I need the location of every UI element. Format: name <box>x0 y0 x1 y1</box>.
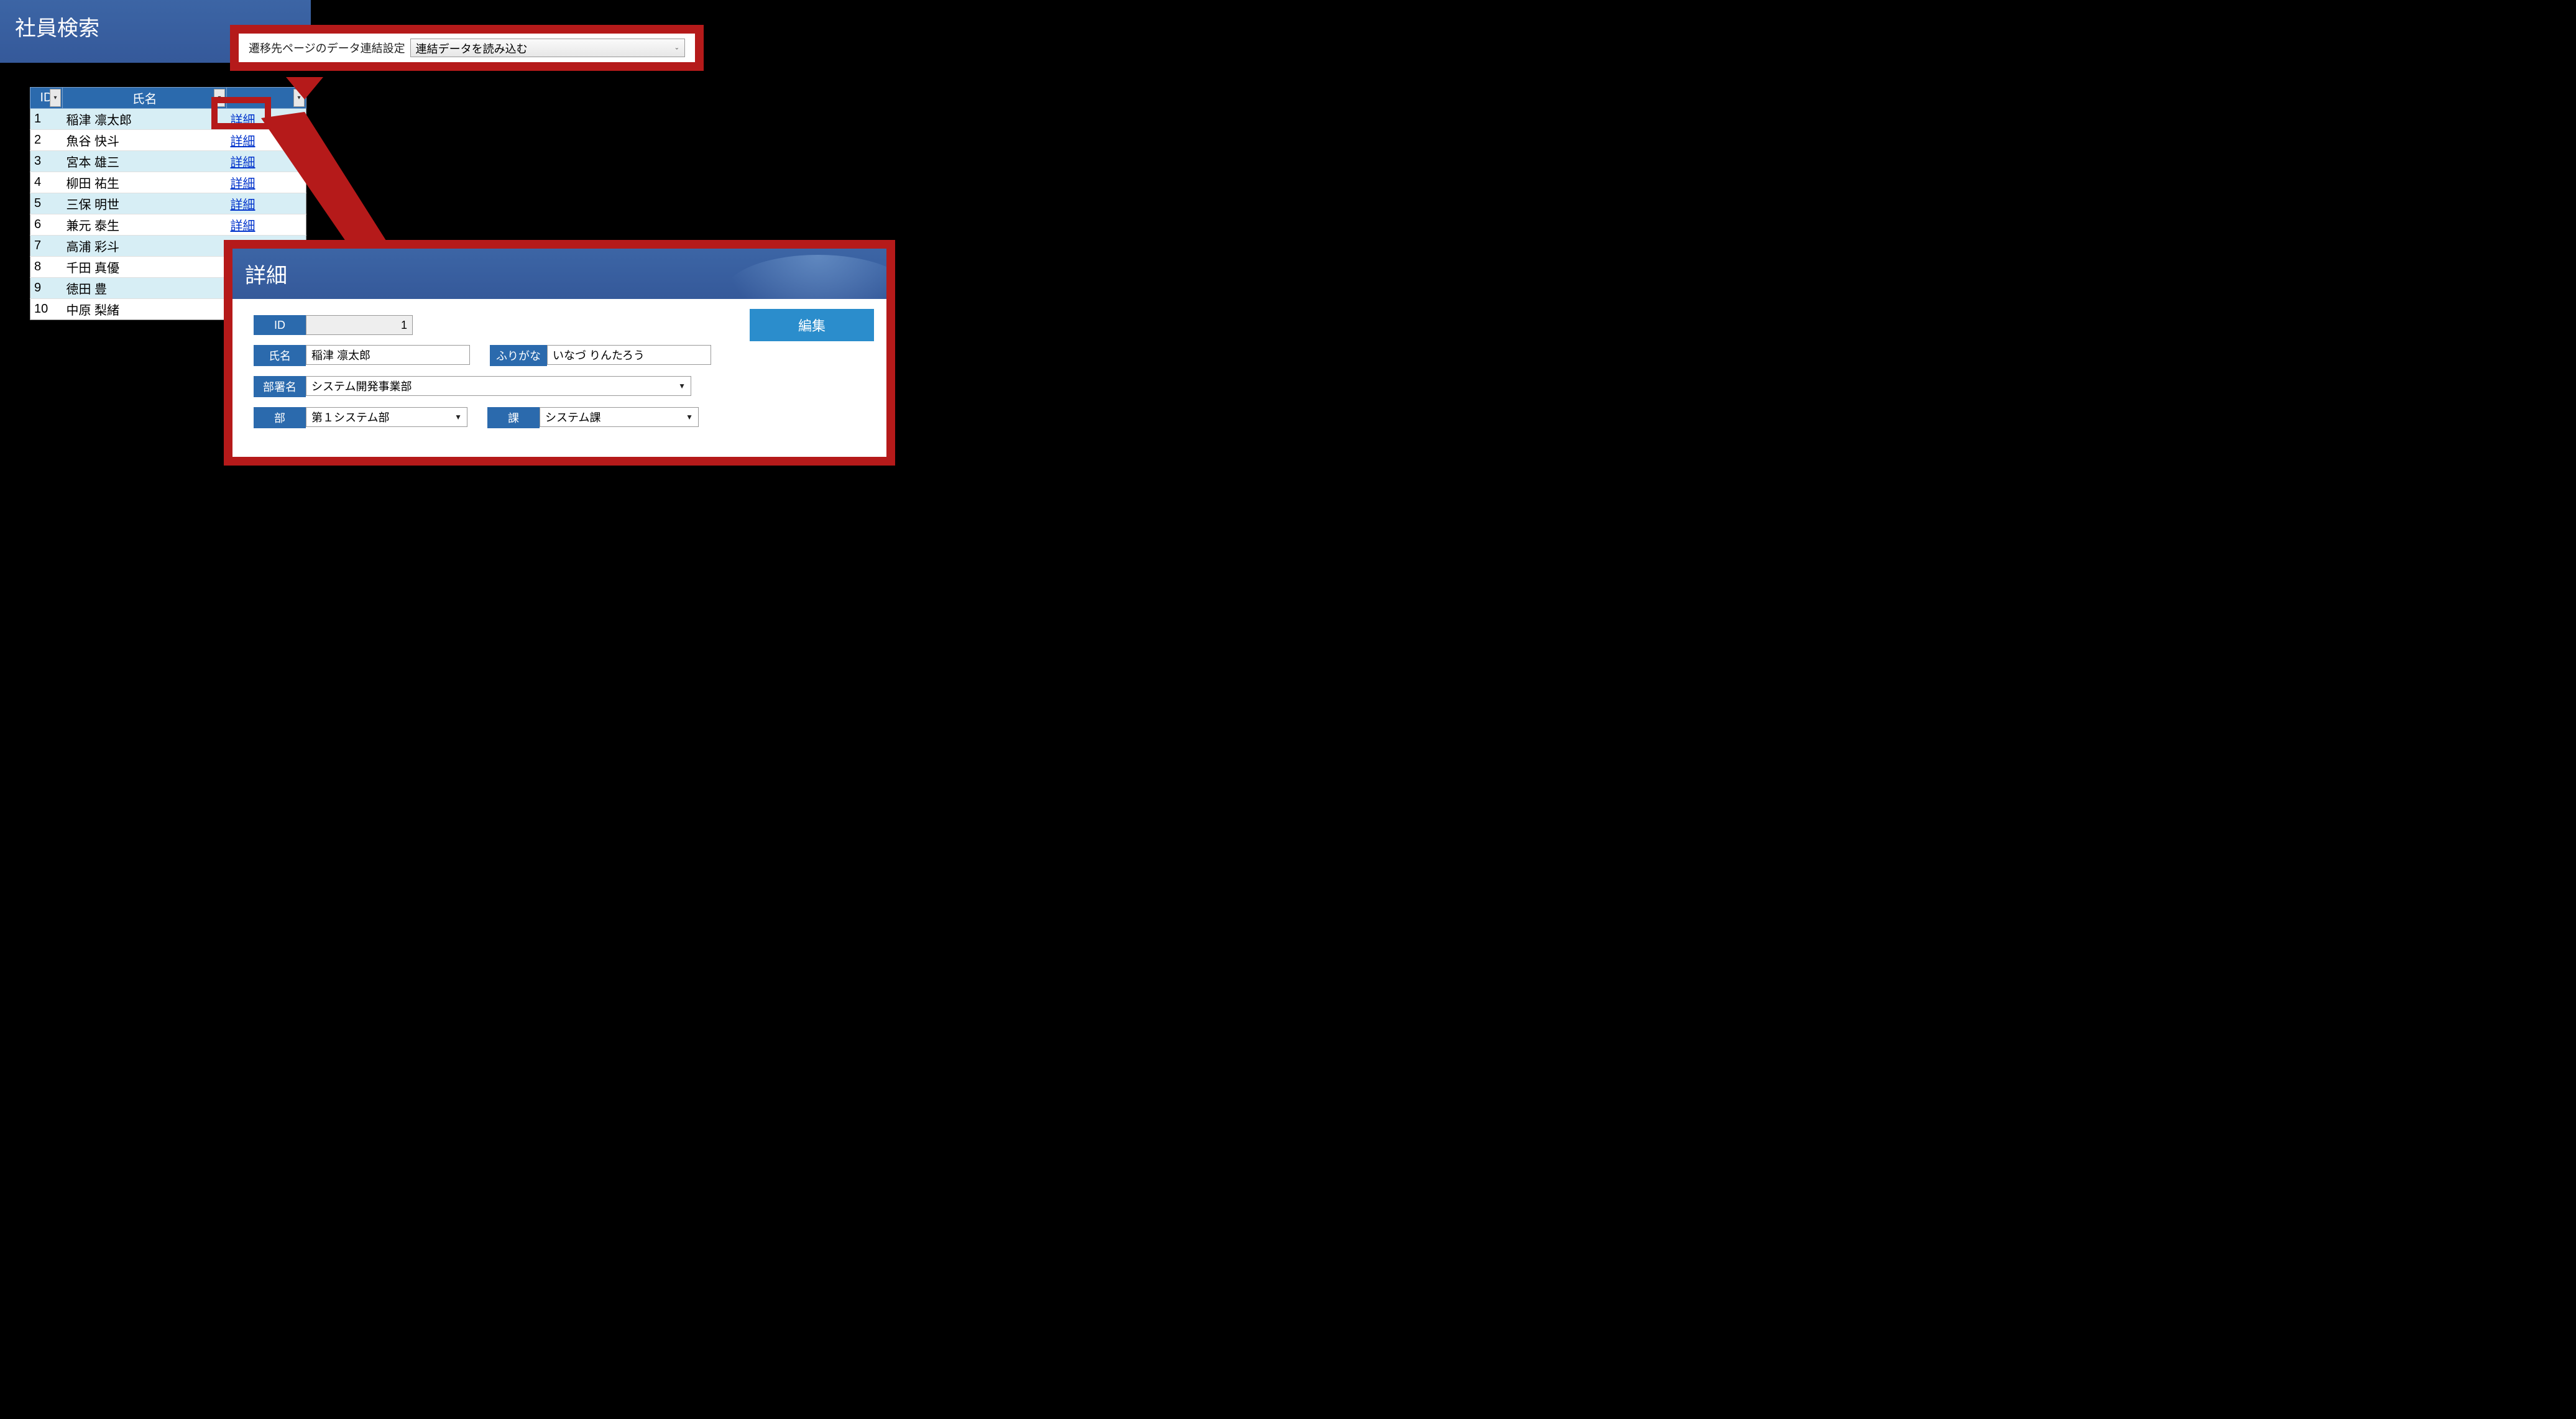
detail-link[interactable]: 詳細 <box>231 198 255 212</box>
field-bu: 部 第１システム部 ▼ <box>254 407 467 428</box>
detail-header: 詳細 <box>232 249 886 299</box>
cell-id: 7 <box>30 236 63 257</box>
field-name-label: 氏名 <box>254 345 306 366</box>
table-row[interactable]: 6兼元 泰生詳細 <box>30 214 306 236</box>
field-ka-select[interactable]: システム課 ▼ <box>540 407 699 427</box>
chevron-down-icon: ▼ <box>678 382 686 390</box>
detail-body: 編集 ID 1 氏名 稲津 凛太郎 ふりがな いなづ りんたろう 部署名 システ… <box>232 299 886 457</box>
cell-name: 魚谷 快斗 <box>63 130 227 151</box>
cell-name: 三保 明世 <box>63 193 227 214</box>
cell-action: 詳細 <box>227 214 306 236</box>
callout-tail-icon <box>286 77 323 99</box>
cell-action: 詳細 <box>227 151 306 172</box>
detail-link[interactable]: 詳細 <box>231 177 255 191</box>
cell-id: 3 <box>30 151 63 172</box>
cell-name: 柳田 祐生 <box>63 172 227 193</box>
field-bu-label: 部 <box>254 407 306 428</box>
field-bu-select[interactable]: 第１システム部 ▼ <box>306 407 467 427</box>
cell-name: 千田 真優 <box>63 257 227 278</box>
cell-action: 詳細 <box>227 130 306 151</box>
cell-name: 兼元 泰生 <box>63 214 227 236</box>
field-busho-select[interactable]: システム開発事業部 ▼ <box>306 376 691 396</box>
field-name: 氏名 稲津 凛太郎 <box>254 345 470 366</box>
transition-config-label: 遷移先ページのデータ連結設定 <box>249 40 405 56</box>
cell-id: 6 <box>30 214 63 236</box>
field-furigana: ふりがな いなづ りんたろう <box>490 345 711 366</box>
transition-config-select[interactable]: 連結データを読み込む ⌄ <box>410 39 685 57</box>
transition-config-callout: 遷移先ページのデータ連結設定 連結データを読み込む ⌄ <box>230 25 704 71</box>
table-row[interactable]: 4柳田 祐生詳細 <box>30 172 306 193</box>
detail-link[interactable]: 詳細 <box>231 156 255 170</box>
edit-button[interactable]: 編集 <box>750 309 874 341</box>
field-busho-label: 部署名 <box>254 376 306 397</box>
detail-link[interactable]: 詳細 <box>231 135 255 149</box>
col-name-label: 氏名 <box>129 88 161 108</box>
col-id-filter-icon[interactable]: ▾ <box>50 89 61 107</box>
employee-detail-panel: 詳細 編集 ID 1 氏名 稲津 凛太郎 ふりがな いなづ りんたろう 部署名 <box>224 240 895 466</box>
cell-id: 2 <box>30 130 63 151</box>
field-id: ID 1 <box>254 315 413 335</box>
cell-id: 9 <box>30 278 63 299</box>
table-row[interactable]: 5三保 明世詳細 <box>30 193 306 214</box>
cell-id: 10 <box>30 299 63 320</box>
cell-name: 稲津 凛太郎 <box>63 109 227 130</box>
detail-link-highlight <box>211 97 271 129</box>
detail-title: 詳細 <box>245 259 874 289</box>
detail-link[interactable]: 詳細 <box>231 219 255 233</box>
col-name-header[interactable]: 氏名 ▾ <box>63 88 227 109</box>
field-furigana-input[interactable]: いなづ りんたろう <box>547 345 711 365</box>
field-id-label: ID <box>254 315 306 335</box>
col-id-header[interactable]: ID ▾ <box>30 88 63 109</box>
table-row[interactable]: 3宮本 雄三詳細 <box>30 151 306 172</box>
field-name-input[interactable]: 稲津 凛太郎 <box>306 345 470 365</box>
field-ka: 課 システム課 ▼ <box>487 407 699 428</box>
field-furigana-label: ふりがな <box>490 345 547 366</box>
cell-id: 1 <box>30 109 63 130</box>
cell-name: 宮本 雄三 <box>63 151 227 172</box>
cell-name: 高浦 彩斗 <box>63 236 227 257</box>
field-id-input[interactable]: 1 <box>306 315 413 335</box>
cell-id: 5 <box>30 193 63 214</box>
table-row[interactable]: 2魚谷 快斗詳細 <box>30 130 306 151</box>
transition-config-selected: 連結データを読み込む <box>416 43 528 55</box>
cell-id: 8 <box>30 257 63 278</box>
cell-action: 詳細 <box>227 172 306 193</box>
edit-button-label: 編集 <box>798 315 826 335</box>
field-busho: 部署名 システム開発事業部 ▼ <box>254 376 865 397</box>
chevron-down-icon: ▼ <box>686 413 693 421</box>
cell-action: 詳細 <box>227 193 306 214</box>
chevron-down-icon: ▼ <box>454 413 462 421</box>
chevron-down-icon: ⌄ <box>674 45 679 52</box>
cell-id: 4 <box>30 172 63 193</box>
cell-name: 中原 梨緒 <box>63 299 227 320</box>
field-ka-label: 課 <box>487 407 540 428</box>
cell-name: 徳田 豊 <box>63 278 227 299</box>
